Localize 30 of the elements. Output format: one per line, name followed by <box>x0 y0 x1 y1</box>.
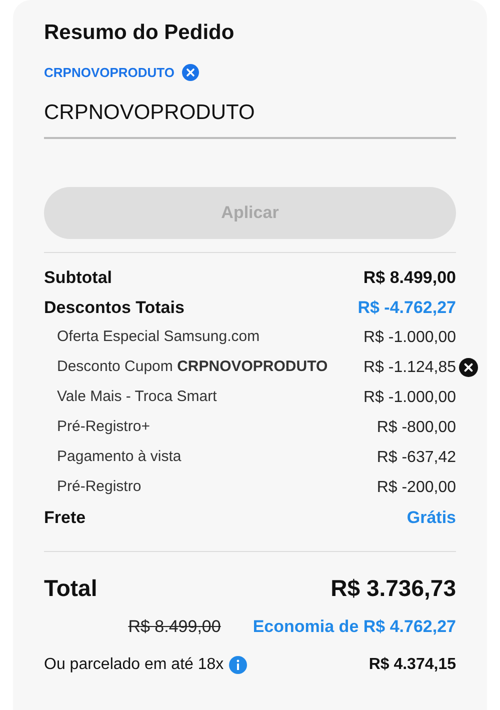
discount-label: Pré-Registro+ <box>56 417 150 438</box>
close-icon[interactable] <box>182 64 198 81</box>
section-title: Resumo do Pedido <box>44 20 236 46</box>
original-price: R$ 8.499,00 <box>128 616 221 638</box>
row-value: R$ -4.762,27 <box>358 296 456 319</box>
discount-value: R$ -1.124,85 <box>363 358 456 378</box>
total-label: Total <box>44 574 98 604</box>
discount-label: Vale Mais - Troca Smart <box>56 387 217 408</box>
row-label: Frete <box>44 506 86 529</box>
discount-value: R$ -1.000,00 <box>363 388 456 408</box>
coupon-input-field[interactable]: CRPNOVOPRODUTO <box>44 97 456 138</box>
total-value: R$ 3.736,73 <box>330 574 456 604</box>
row-label: Descontos Totais <box>44 296 184 319</box>
installments-value: R$ 4.374,15 <box>368 654 456 674</box>
coupon-code: CRPNOVOPRODUTO <box>44 64 174 80</box>
discount-value: R$ -637,42 <box>376 448 456 468</box>
info-icon[interactable] <box>228 656 247 674</box>
discount-value: R$ -1.000,00 <box>363 328 456 348</box>
discount-label: Oferta Especial Samsung.com <box>56 327 260 348</box>
installments-label: Ou parcelado em até 18x <box>44 654 224 674</box>
remove-icon[interactable] <box>459 358 478 377</box>
row-value: Grátis <box>406 506 456 529</box>
discount-value: R$ -200,00 <box>376 478 456 498</box>
discount-value: R$ -800,00 <box>376 418 456 438</box>
row-label: Subtotal <box>44 266 112 289</box>
discount-label: Pré-Registro <box>56 477 142 498</box>
discount-label: Desconto Cupom CRPNOVOPRODUTO <box>56 357 328 378</box>
savings-text: Economia de R$ 4.762,27 <box>252 616 456 638</box>
row-value: R$ 8.499,00 <box>363 266 456 289</box>
discount-label: Pagamento à vista <box>56 447 182 468</box>
